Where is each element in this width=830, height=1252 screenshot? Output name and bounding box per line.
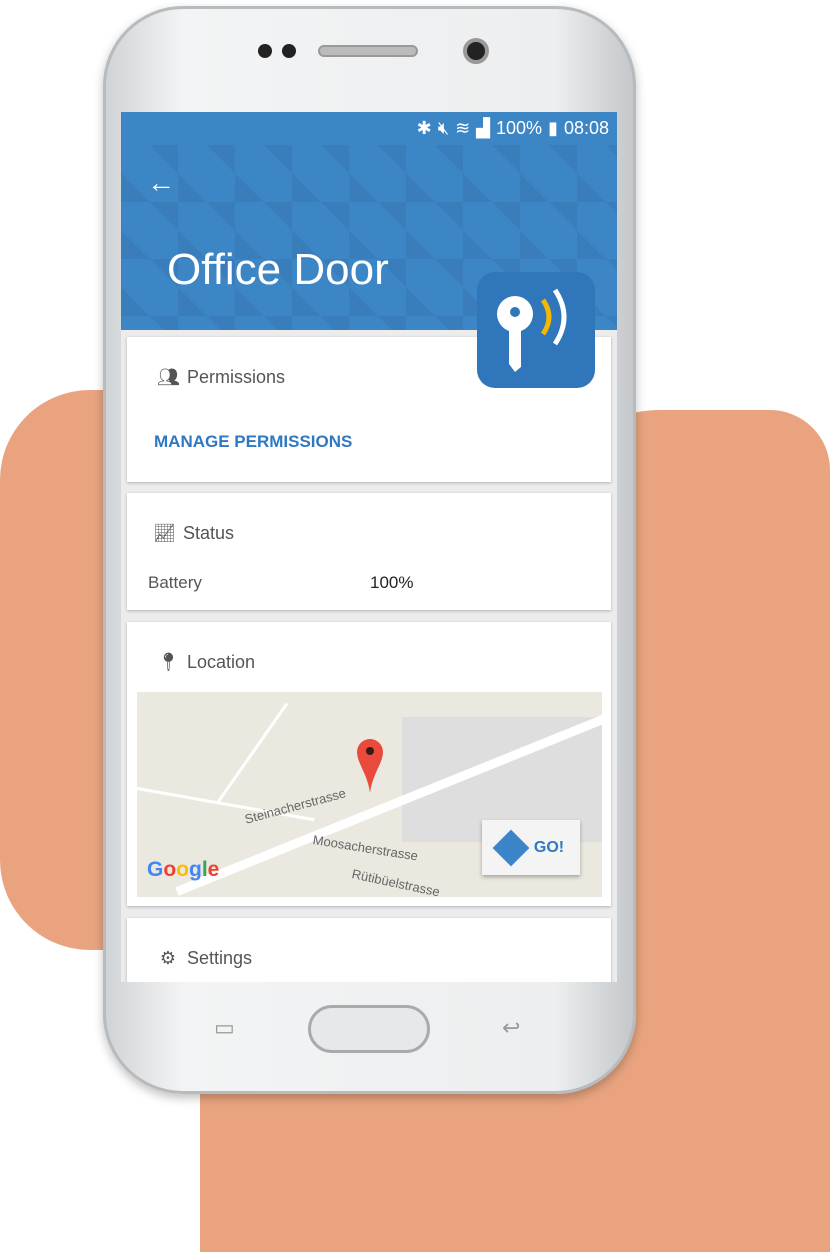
app-key-icon bbox=[477, 272, 595, 388]
sensor bbox=[258, 44, 272, 58]
map-marker-icon bbox=[357, 739, 383, 793]
bluetooth-icon: ✱ bbox=[416, 118, 432, 138]
home-button[interactable] bbox=[308, 1005, 430, 1053]
settings-card[interactable]: ⚙ Settings bbox=[127, 918, 611, 982]
location-pin-icon: 📍︎ bbox=[157, 652, 180, 672]
sensor bbox=[282, 44, 296, 58]
speaker bbox=[318, 45, 418, 57]
signal-icon: ▟ bbox=[476, 118, 490, 138]
back-button[interactable]: ↩ bbox=[502, 1015, 520, 1041]
street-label: Rütibüelstrasse bbox=[350, 866, 442, 897]
status-card: 📈︎ Status Battery 100% bbox=[127, 493, 611, 610]
mute-icon: 🔇︎ bbox=[437, 118, 450, 138]
card-title: Settings bbox=[187, 948, 253, 968]
back-arrow-icon[interactable]: ← bbox=[147, 167, 175, 199]
card-title: Location bbox=[187, 652, 256, 672]
screen: ← Office Door ✱ 🔇︎ ≋ ▟ 100% ▮ 08:08 👥︎ Pe… bbox=[121, 112, 617, 982]
people-icon: 👥︎ bbox=[157, 367, 180, 387]
map[interactable]: Steinacherstrasse Moosacherstrasse Rütib… bbox=[137, 692, 602, 897]
trending-up-icon: 📈︎ bbox=[153, 523, 176, 543]
status-bar: ✱ 🔇︎ ≋ ▟ 100% ▮ 08:08 bbox=[121, 112, 617, 145]
gear-icon: ⚙ bbox=[159, 948, 177, 968]
go-label: GO! bbox=[533, 838, 565, 856]
clock: 08:08 bbox=[563, 118, 609, 138]
battery-icon: ▮ bbox=[548, 118, 558, 138]
card-title: Permissions bbox=[187, 367, 286, 387]
front-camera bbox=[463, 38, 489, 64]
manage-permissions-button[interactable]: MANAGE PERMISSIONS bbox=[154, 432, 352, 452]
card-title: Status bbox=[183, 523, 235, 543]
wifi-icon: ≋ bbox=[455, 118, 471, 138]
location-card: 📍︎ Location Steinacherstrasse Moosacherst… bbox=[127, 622, 611, 906]
google-logo: Google bbox=[147, 858, 220, 881]
directions-icon bbox=[492, 829, 530, 866]
go-directions-button[interactable]: GO! bbox=[482, 820, 580, 875]
street-label: Steinacherstrasse bbox=[243, 785, 348, 827]
battery-label: Battery bbox=[148, 573, 202, 592]
battery-percent: 100% bbox=[496, 118, 543, 138]
battery-value: 100% bbox=[370, 573, 414, 592]
recent-apps-button[interactable]: ▭ bbox=[214, 1015, 235, 1041]
page-title: Office Door bbox=[167, 245, 389, 294]
